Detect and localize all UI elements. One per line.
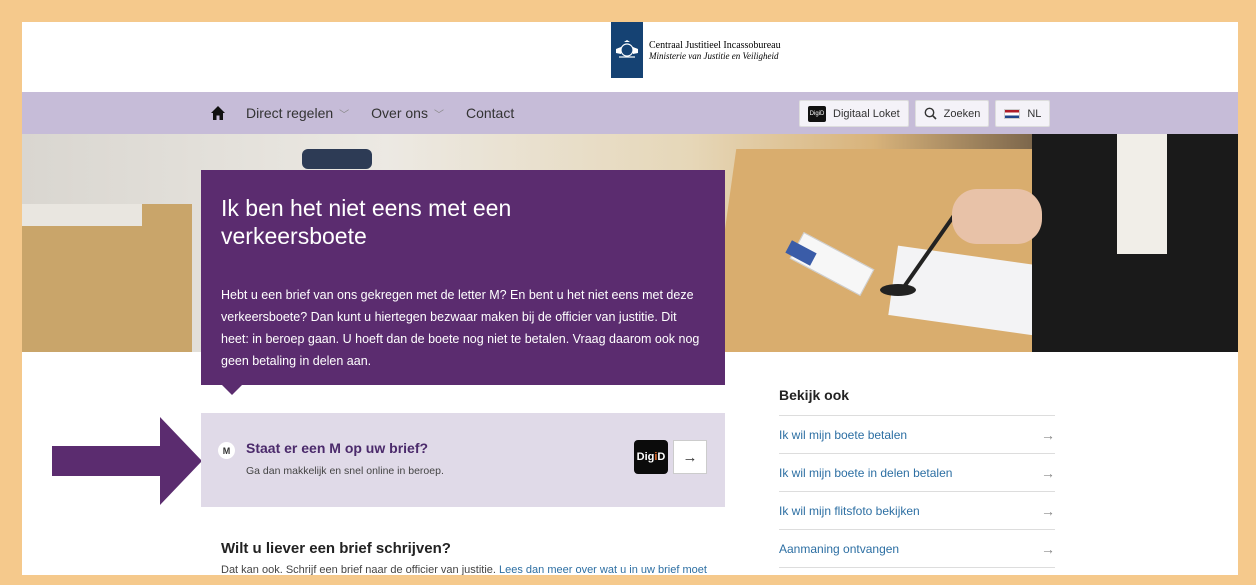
intro-text: Hebt u een brief van ons gekregen met de…	[221, 288, 700, 368]
see-also-item-boete-delen[interactable]: Ik wil mijn boete in delen betalen →	[779, 454, 1055, 492]
digid-logo-suffix: D	[657, 451, 666, 463]
see-also-panel: Bekijk ook Ik wil mijn boete betalen → I…	[779, 382, 1055, 568]
search-label: Zoeken	[943, 107, 981, 120]
see-also-heading: Bekijk ook	[779, 382, 1055, 416]
letter-text: Dat kan ook. Schrijf een brief naar de o…	[221, 564, 707, 575]
see-also-item-flitsfoto[interactable]: Ik wil mijn flitsfoto bekijken →	[779, 492, 1055, 530]
language-label: NL	[1027, 107, 1042, 120]
arrow-right-icon: →	[1041, 540, 1055, 557]
hero-desk-top	[22, 204, 142, 226]
arrow-right-icon: →	[1041, 464, 1055, 481]
arrow-right-icon: →	[1041, 502, 1055, 519]
letter-read-more-link[interactable]: Lees dan meer over wat u in uw brief moe…	[499, 564, 707, 575]
intro-box-pointer	[222, 385, 242, 395]
nav-over-ons[interactable]: Over ons ﹀	[371, 105, 444, 121]
see-also-item-aanmaning[interactable]: Aanmaning ontvangen →	[779, 530, 1055, 568]
see-also-item-label: Ik wil mijn flitsfoto bekijken	[779, 503, 920, 518]
rijksoverheid-emblem-icon	[611, 22, 643, 78]
digitaal-loket-button[interactable]: DigiD Digitaal Loket	[799, 100, 909, 127]
nav-over-ons-label: Over ons	[371, 105, 428, 121]
annotation-arrow-icon	[52, 417, 202, 505]
hero-judge-collar	[1117, 134, 1167, 254]
letter-body: Dat kan ook. Schrijf een brief naar de o…	[221, 564, 496, 575]
m-letter-card[interactable]: M Staat er een M op uw brief? Ga dan mak…	[201, 413, 725, 507]
nav-actions: DigiD Digitaal Loket Zoeken NL	[799, 100, 1051, 127]
page-title: Ik ben het niet eens met een verkeersboe…	[221, 195, 512, 249]
language-button[interactable]: NL	[995, 100, 1051, 127]
nl-flag-icon	[1004, 108, 1021, 119]
hero-chair	[302, 149, 372, 169]
intro-box: Ik ben het niet eens met een verkeersboe…	[201, 170, 725, 385]
m-card-subtitle: Ga dan makkelijk en snel online in beroe…	[246, 465, 444, 477]
see-also-item-label: Ik wil mijn boete betalen	[779, 427, 908, 442]
ministry-name: Ministerie van Justitie en Veiligheid	[649, 50, 779, 61]
see-also-item-label: Aanmaning ontvangen	[779, 541, 900, 556]
digid-logo-prefix: Dig	[636, 451, 655, 463]
search-icon	[924, 107, 937, 120]
main-nav: Direct regelen ﹀ Over ons ﹀ Contact Digi…	[22, 92, 1238, 134]
see-also-item-label: Ik wil mijn boete in delen betalen	[779, 465, 953, 480]
hero-hand	[952, 189, 1042, 244]
nav-direct-regelen[interactable]: Direct regelen ﹀	[246, 105, 349, 121]
hero-desk	[22, 204, 192, 352]
chevron-down-icon: ﹀	[339, 109, 350, 121]
logo-text: Centraal Justitieel Incassobureau Minist…	[649, 40, 781, 61]
arrow-right-icon: →	[682, 448, 698, 466]
nav-contact[interactable]: Contact	[466, 105, 514, 121]
m-card-arrow-button[interactable]: →	[673, 440, 707, 474]
site-logo[interactable]: Centraal Justitieel Incassobureau Minist…	[611, 22, 781, 78]
m-badge: M	[218, 442, 235, 459]
page-frame: Centraal Justitieel Incassobureau Minist…	[22, 22, 1238, 575]
digitaal-loket-label: Digitaal Loket	[833, 107, 900, 120]
m-card-title[interactable]: Staat er een M op uw brief?	[246, 440, 428, 456]
nav-links: Direct regelen ﹀ Over ons ﹀ Contact	[210, 92, 536, 134]
hero-microphone-base	[880, 284, 916, 296]
chevron-down-icon: ﹀	[433, 109, 444, 121]
digid-icon: DigiD	[808, 105, 826, 122]
org-name: Centraal Justitieel Incassobureau	[649, 39, 781, 51]
letter-heading: Wilt u liever een brief schrijven?	[221, 540, 451, 557]
arrow-right-icon: →	[1041, 426, 1055, 443]
nav-direct-regelen-label: Direct regelen	[246, 105, 334, 121]
search-button[interactable]: Zoeken	[914, 100, 990, 127]
nav-contact-label: Contact	[465, 105, 515, 121]
digid-logo: Dig i D	[634, 440, 668, 474]
home-icon[interactable]	[210, 105, 226, 121]
see-also-item-boete-betalen[interactable]: Ik wil mijn boete betalen →	[779, 416, 1055, 454]
